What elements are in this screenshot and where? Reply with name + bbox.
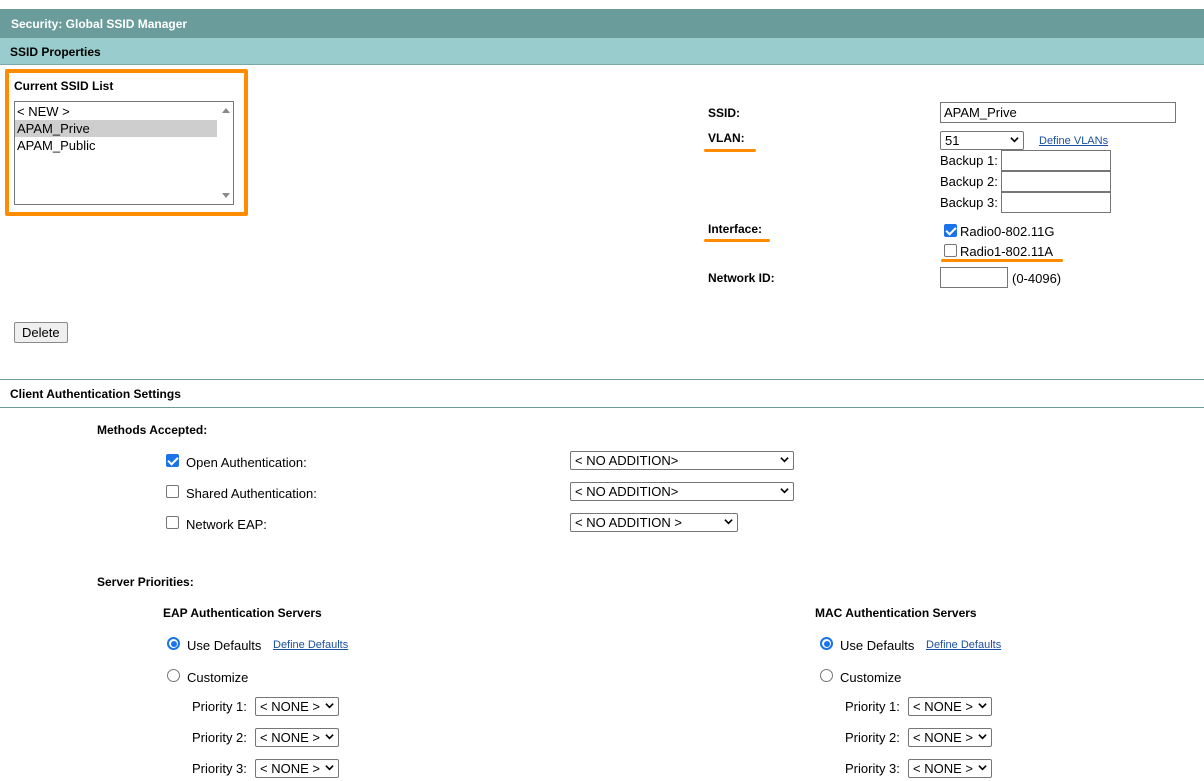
interface-annotation-underline [704, 239, 770, 242]
eap-priority2-value: < NONE > [260, 730, 320, 745]
eap-use-defaults-label: Use Defaults [187, 638, 262, 653]
network-id-range: (0-4096) [1012, 271, 1062, 286]
network-eap-select[interactable]: < NO ADDITION > [570, 513, 738, 532]
backup3-input[interactable] [1001, 192, 1111, 213]
eap-priority2-label: Priority 2: [192, 730, 247, 745]
chevron-down-icon [724, 519, 733, 525]
mac-priority1-label: Priority 1: [845, 699, 900, 714]
vlan-select[interactable]: 51 [940, 131, 1024, 150]
shared-auth-select[interactable]: < NO ADDITION> [570, 482, 794, 501]
define-vlans-link[interactable]: Define VLANs [1039, 135, 1108, 147]
vlan-label: VLAN: [708, 131, 745, 145]
server-priorities-title: Server Priorities: [97, 575, 194, 589]
chevron-down-icon [325, 765, 334, 771]
network-eap-label: Network EAP: [186, 517, 267, 532]
mac-use-defaults-label: Use Defaults [840, 638, 915, 653]
client-auth-header: Client Authentication Settings [10, 387, 181, 401]
ssid-properties-header: SSID Properties [0, 38, 1204, 65]
section-divider [0, 407, 1204, 408]
ssid-list-item-selected[interactable]: APAM_Prive [15, 120, 217, 137]
eap-priority3-value: < NONE > [260, 761, 320, 776]
chevron-down-icon [325, 734, 334, 740]
eap-priority1-label: Priority 1: [192, 699, 247, 714]
chevron-down-icon [978, 734, 987, 740]
open-auth-checkbox[interactable] [166, 454, 179, 467]
backup1-input[interactable] [1001, 150, 1111, 171]
methods-accepted-title: Methods Accepted: [97, 423, 208, 437]
eap-priority1-value: < NONE > [260, 699, 320, 714]
radio1-annotation-underline [941, 259, 1063, 262]
mac-priority3-label: Priority 3: [845, 761, 900, 776]
chevron-down-icon [325, 703, 334, 709]
section-divider [0, 379, 1204, 380]
chevron-down-icon [780, 457, 789, 463]
radio0-label: Radio0-802.11G [960, 224, 1055, 239]
eap-priority3-label: Priority 3: [192, 761, 247, 776]
backup1-label: Backup 1: [940, 153, 998, 168]
vlan-select-value: 51 [945, 133, 960, 148]
mac-servers-title: MAC Authentication Servers [815, 606, 977, 620]
chevron-down-icon [978, 703, 987, 709]
eap-priority2-select[interactable]: < NONE > [255, 728, 339, 747]
open-auth-label: Open Authentication: [186, 455, 307, 470]
mac-priority3-select[interactable]: < NONE > [908, 759, 992, 778]
backup2-input[interactable] [1001, 171, 1111, 192]
eap-servers-title: EAP Authentication Servers [163, 606, 322, 620]
delete-button[interactable]: Delete [14, 322, 68, 343]
open-auth-select[interactable]: < NO ADDITION> [570, 451, 794, 470]
eap-define-defaults-link[interactable]: Define Defaults [273, 639, 348, 651]
mac-customize-label: Customize [840, 670, 902, 685]
mac-priority2-value: < NONE > [913, 730, 973, 745]
chevron-down-icon [1010, 137, 1019, 143]
mac-customize-radio[interactable] [820, 669, 833, 682]
backup3-label: Backup 3: [940, 195, 998, 210]
radio1-checkbox[interactable] [944, 244, 957, 257]
listbox-scrollbar[interactable] [219, 102, 233, 204]
eap-customize-label: Customize [187, 670, 249, 685]
network-id-input[interactable] [940, 267, 1008, 288]
mac-priority3-value: < NONE > [913, 761, 973, 776]
mac-define-defaults-link[interactable]: Define Defaults [926, 639, 1001, 651]
ssid-input[interactable]: APAM_Prive [940, 102, 1176, 123]
network-eap-select-value: < NO ADDITION > [575, 515, 682, 530]
interface-label: Interface: [708, 222, 763, 236]
scroll-down-icon[interactable] [222, 193, 230, 198]
page-title: Security: Global SSID Manager [0, 9, 1204, 38]
shared-auth-label: Shared Authentication: [186, 486, 317, 501]
mac-priority1-select[interactable]: < NONE > [908, 697, 992, 716]
backup2-label: Backup 2: [940, 174, 998, 189]
mac-priority1-value: < NONE > [913, 699, 973, 714]
ssid-list-item[interactable]: APAM_Public [15, 137, 233, 154]
ssid-label: SSID: [708, 106, 741, 120]
scroll-up-icon[interactable] [222, 108, 230, 113]
shared-auth-checkbox[interactable] [166, 485, 179, 498]
eap-priority1-select[interactable]: < NONE > [255, 697, 339, 716]
ssid-list-item[interactable]: < NEW > [15, 103, 233, 120]
radio1-label: Radio1-802.11A [960, 244, 1053, 259]
ssid-listbox[interactable]: < NEW > APAM_Prive APAM_Public [14, 101, 234, 205]
chevron-down-icon [780, 488, 789, 494]
current-ssid-list-title: Current SSID List [14, 79, 114, 93]
radio0-checkbox[interactable] [944, 224, 957, 237]
mac-use-defaults-radio[interactable] [820, 637, 833, 650]
eap-priority3-select[interactable]: < NONE > [255, 759, 339, 778]
chevron-down-icon [978, 765, 987, 771]
network-id-label: Network ID: [708, 271, 775, 285]
mac-priority2-label: Priority 2: [845, 730, 900, 745]
vlan-annotation-underline [704, 149, 756, 152]
shared-auth-select-value: < NO ADDITION> [575, 484, 679, 499]
eap-use-defaults-radio[interactable] [167, 637, 180, 650]
mac-priority2-select[interactable]: < NONE > [908, 728, 992, 747]
open-auth-select-value: < NO ADDITION> [575, 453, 679, 468]
network-eap-checkbox[interactable] [166, 516, 179, 529]
eap-customize-radio[interactable] [167, 669, 180, 682]
